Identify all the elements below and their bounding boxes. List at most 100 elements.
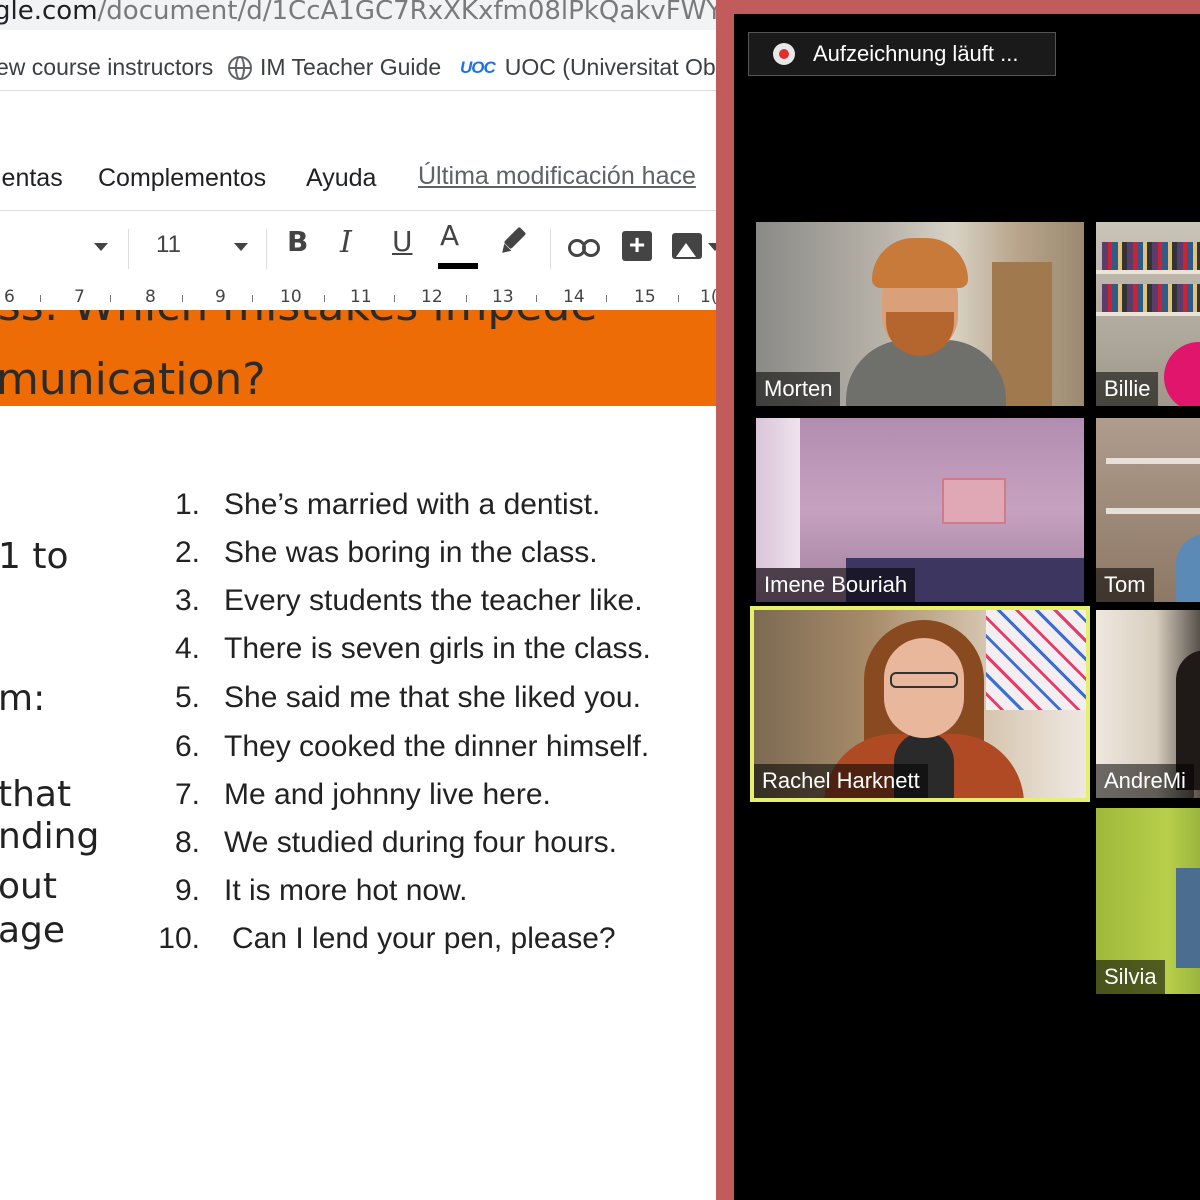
menu-complementos[interactable]: Complementos [98,164,266,193]
ruler-tick [606,295,607,302]
link-loop [582,239,600,257]
url-host: gle.com [0,0,98,26]
recording-indicator[interactable]: Aufzeichnung läuft ... [748,32,1056,76]
participant-tile-billie[interactable]: Billie [1096,222,1200,406]
background-poster [942,478,1006,524]
left-text-fragment: m: [0,678,46,719]
record-dot-icon [773,43,795,65]
participant-name: Imene Bouriah [756,568,916,602]
toolbar-separator [266,229,267,269]
ruler-number: 7 [74,287,85,307]
last-modified-link[interactable]: Última modificación hace [418,162,696,191]
list-number: 8. [174,826,200,859]
list-number: 6. [174,730,200,763]
document-ruler[interactable]: 6 7 8 9 10 11 12 13 14 15 1( [0,283,718,311]
list-text: She said me that she liked you. [224,681,641,714]
underline-button[interactable]: U [392,225,413,258]
docs-menubar: ientas Complementos Ayuda Última modific… [0,160,718,200]
background-shelf [1106,508,1200,514]
participant-video [1164,342,1200,406]
participant-tile-silvia[interactable]: Silvia [1096,808,1200,994]
italic-button[interactable]: I [340,225,352,260]
list-text: She was boring in the class. [224,536,598,569]
participant-tile-morten[interactable]: Morten [756,222,1084,406]
background-shelf [1096,312,1200,316]
participant-name: Rachel Harknett [754,764,928,798]
participant-name: Silvia [1096,960,1165,994]
ruler-number: 12 [421,287,443,307]
zoom-window-border-top [716,0,1200,14]
participant-video [890,672,958,688]
left-text-fragment: 1 to [0,536,69,577]
menu-herramientas[interactable]: ientas [0,164,63,193]
list-text: They cooked the dinner himself. [224,730,650,763]
docs-toolbar: 11 B I U A + [0,210,718,284]
insert-link-icon[interactable] [568,239,602,257]
insert-image-icon[interactable] [672,233,702,259]
list-text: She’s married with a dentist. [224,488,601,521]
heading-banner: uss: Which mistakes impede munication? [0,310,718,406]
menu-ayuda[interactable]: Ayuda [306,164,376,193]
participant-tile-imene-bouriah[interactable]: Imene Bouriah [756,418,1084,602]
font-size-input[interactable]: 11 [156,231,181,259]
participant-name: Tom [1096,568,1154,602]
participant-tile-andremi[interactable]: AndreMi [1096,610,1200,798]
participant-video [1176,534,1200,602]
list-text: It is more hot now. [224,874,468,907]
bold-button[interactable]: B [287,225,308,258]
bookmark-label: IM Teacher Guide [260,54,442,80]
list-text: Me and johnny live here. [224,778,551,811]
left-text-fragment: that [0,774,72,815]
uoc-logo-icon: UOC [460,57,496,77]
address-bar[interactable]: gle.com/document/d/1CcA1GC7RxXKxfm08lPkQ… [0,0,718,30]
ruler-tick [110,295,111,302]
participant-tile-rachel-harknett[interactable]: Rachel Harknett [750,606,1090,802]
bookmark-uoc[interactable]: UOC UOC (Universitat Ober [460,54,718,81]
list-number: 1. [174,488,200,521]
background-art [986,610,1086,710]
participant-video [884,638,964,738]
ruler-tick [394,295,395,302]
text-color-button[interactable]: A [440,219,459,252]
background-shelf [1096,270,1200,274]
font-dropdown-chevron-icon[interactable] [94,243,108,251]
add-comment-icon[interactable]: + [622,231,652,261]
bookmarks-bar: ew course instructors IM Teacher Guide U… [0,42,718,90]
background-window [756,418,800,568]
list-text: There is seven girls in the class. [224,632,651,665]
url-path: /document/d/1CcA1GC7RxXKxfm08lPkQakvFWYt… [97,0,718,26]
list-number: 10. [158,922,200,955]
toolbar-separator [128,229,129,269]
left-text-fragment: out [0,866,57,907]
bookmark-label: UOC (Universitat Ober [504,54,718,80]
background-books [1102,284,1200,312]
zoom-gallery-view: Aufzeichnung läuft ... Morten Billie Ime… [734,14,1200,1200]
ruler-tick [324,295,325,302]
toolbar-separator [550,229,551,269]
list-text: Can I lend your pen, please? [232,922,616,955]
bookmark-course-instructors[interactable]: ew course instructors [0,54,213,81]
ruler-number: 14 [563,287,585,307]
bookmark-im-teacher-guide[interactable]: IM Teacher Guide [228,54,441,81]
list-number: 3. [174,584,200,617]
background-shelf [1106,458,1200,464]
participant-tile-tom[interactable]: Tom [1096,418,1200,602]
ruler-tick [40,295,41,302]
zoom-window-border [716,0,734,1200]
globe-icon [228,55,252,80]
participant-name: Morten [756,372,841,406]
left-text-fragment: age [0,910,66,951]
font-size-chevron-icon[interactable] [234,243,248,251]
banner-title-line2: munication? [0,354,266,405]
ruler-tick [252,295,253,302]
ruler-number: 1( [700,287,718,307]
ruler-number: 9 [215,287,226,307]
participant-video [872,238,968,288]
url-text: gle.com/document/d/1CcA1GC7RxXKxfm08lPkQ… [0,0,718,26]
list-number: 4. [174,632,200,665]
bookmark-label: ew course instructors [0,54,214,80]
list-number: 5. [174,681,200,714]
ruler-tick [466,295,467,302]
recording-label: Aufzeichnung läuft ... [813,41,1019,66]
ruler-number: 13 [492,287,514,307]
